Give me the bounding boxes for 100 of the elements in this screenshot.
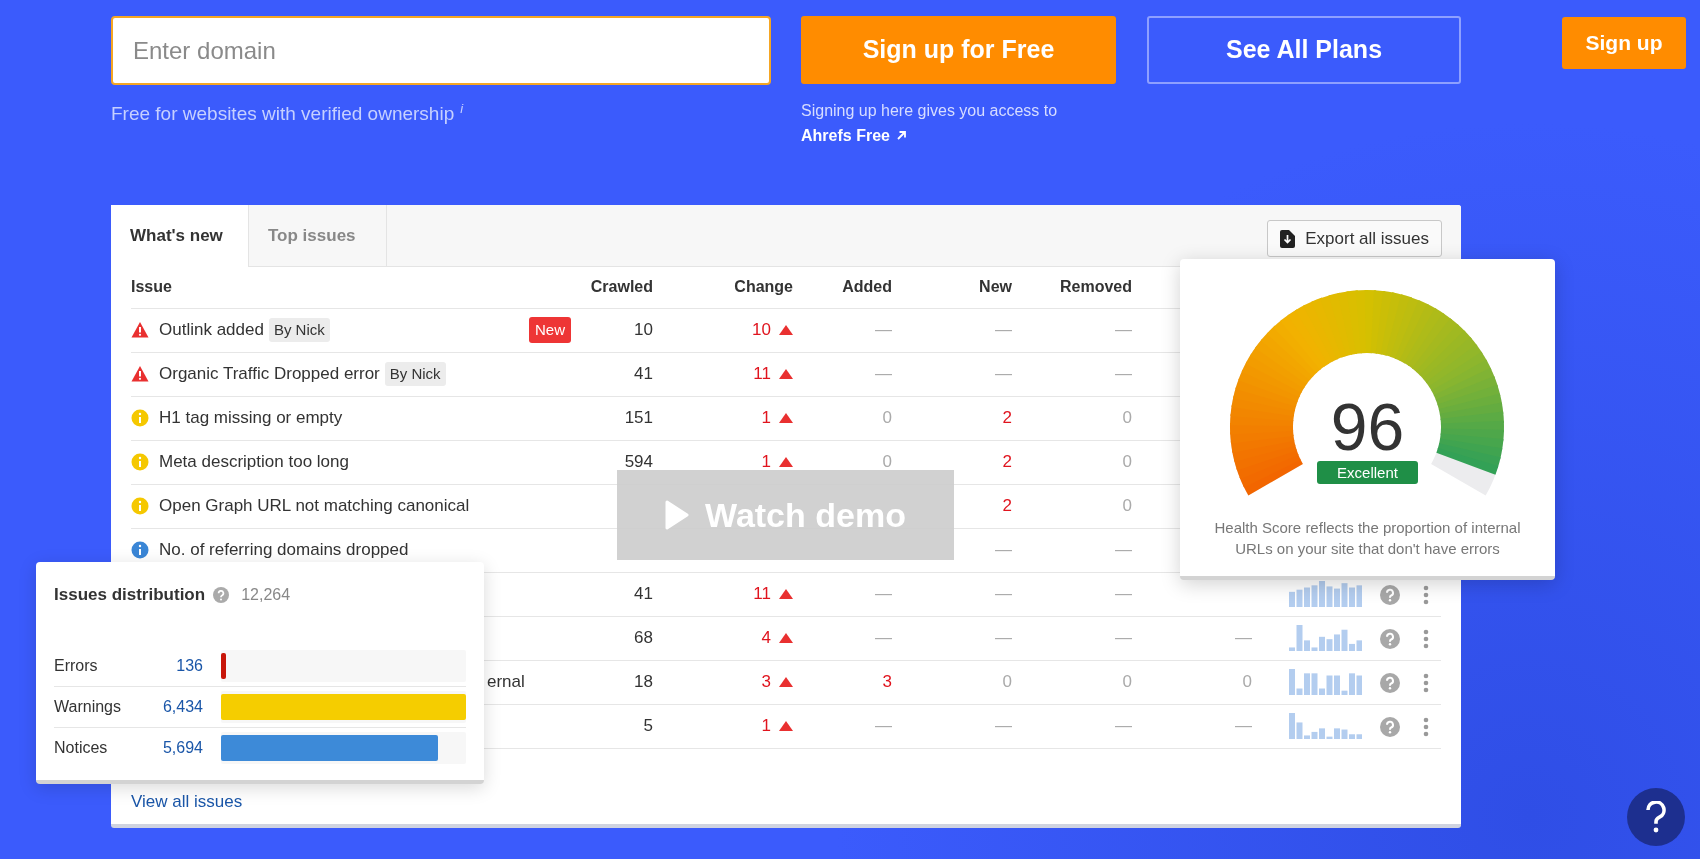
column-header: Change: [661, 267, 801, 308]
table-cell: 594: [624, 452, 653, 472]
change-value: 4: [761, 627, 771, 650]
view-all-link[interactable]: View all issues: [131, 788, 243, 814]
change-value: 11: [753, 583, 771, 606]
table-cell: —: [875, 716, 892, 736]
category-count: 136: [175, 655, 203, 676]
table-cell: 68: [634, 628, 653, 648]
tab[interactable]: What's new: [111, 205, 249, 267]
change-value: 11: [753, 363, 771, 386]
table-cell: 2: [1002, 496, 1012, 516]
table-cell: —: [1115, 628, 1132, 648]
up-triangle-icon: [779, 589, 793, 599]
table-cell: 0: [1122, 672, 1132, 692]
up-triangle-icon: [779, 457, 793, 467]
column-header: Crawled: [581, 267, 661, 308]
table-cell: —: [1235, 716, 1252, 736]
table-cell: —: [995, 584, 1012, 604]
change-value: 10: [752, 319, 771, 342]
table-cell: 0: [1122, 452, 1132, 472]
helper-text: Free for websites with verified ownership: [111, 103, 455, 125]
new-badge: New: [529, 316, 571, 344]
table-cell: —: [1235, 628, 1252, 648]
table-cell: 18: [634, 672, 653, 692]
table-cell: 2: [1002, 452, 1012, 472]
table-cell: 0: [1122, 496, 1132, 516]
export-button[interactable]: Export all issues: [1267, 220, 1442, 257]
table-cell: —: [875, 364, 892, 384]
table-cell: 0: [882, 408, 892, 428]
table-cell: —: [995, 320, 1012, 340]
info-icon[interactable]: i: [460, 101, 464, 116]
more-icon[interactable]: [1422, 584, 1429, 605]
tab[interactable]: Top issues: [249, 205, 387, 266]
table-cell: —: [875, 584, 892, 604]
category-count: 6,434: [161, 696, 203, 717]
domain-field[interactable]: Enter domain: [111, 16, 771, 85]
category-label: Notices: [54, 738, 109, 758]
issue-name: Open Graph URL not matching canonical: [159, 495, 470, 518]
table-cell: —: [1115, 320, 1132, 340]
table-cell: 5: [643, 716, 653, 736]
author-tag: By Nick: [268, 317, 330, 343]
table-cell: 0: [1242, 672, 1252, 692]
table-cell: —: [1115, 584, 1132, 604]
total-count: 12,264: [241, 584, 291, 605]
up-triangle-icon: [779, 721, 793, 731]
change-value: 1: [761, 407, 771, 430]
category-count: 5,694: [161, 738, 203, 758]
health-score: 96: [1329, 391, 1406, 463]
column-header: New: [900, 267, 1020, 308]
help-icon[interactable]: [1380, 672, 1400, 693]
help-icon[interactable]: [213, 586, 230, 603]
table-cell: 0: [882, 452, 892, 472]
download-icon: [1280, 229, 1296, 248]
issue-name: H1 tag missing or empty: [159, 407, 343, 430]
change-value: 1: [761, 715, 771, 738]
help-button[interactable]: [1627, 788, 1685, 846]
helper-text: Signing up here gives you access to: [801, 101, 1059, 121]
issue-name: Outlink added: [159, 319, 264, 342]
more-icon[interactable]: [1422, 628, 1429, 649]
up-triangle-icon: [779, 325, 793, 335]
change-value: 3: [761, 671, 771, 694]
up-triangle-icon: [779, 633, 793, 643]
issue-name: No. of referring domains dropped: [159, 539, 409, 562]
table-cell: 10: [634, 320, 653, 340]
table-cell: 0: [1002, 672, 1012, 692]
issue-name: Organic Traffic Dropped error: [159, 363, 380, 386]
table-cell: 0: [1122, 408, 1132, 428]
more-icon[interactable]: [1422, 672, 1429, 693]
rating-badge: Excellent: [1317, 461, 1418, 484]
issue-name: ernal: [487, 671, 525, 694]
external-link-icon: [895, 130, 907, 141]
table-cell: 41: [634, 364, 653, 384]
table-cell: —: [875, 628, 892, 648]
plans-button[interactable]: See All Plans: [1147, 16, 1461, 84]
author-tag: By Nick: [384, 361, 446, 387]
table-cell: —: [995, 540, 1012, 560]
table-cell: 3: [882, 672, 892, 692]
help-icon[interactable]: [1380, 628, 1400, 649]
column-header: Removed: [1020, 267, 1140, 308]
category-label: Warnings: [54, 696, 122, 717]
column-header: Issue: [131, 267, 581, 308]
table-cell: —: [995, 364, 1012, 384]
help-icon[interactable]: [1380, 584, 1400, 605]
table-cell: —: [995, 628, 1012, 648]
more-icon[interactable]: [1422, 716, 1429, 737]
table-cell: 41: [634, 584, 653, 604]
table-cell: —: [875, 320, 892, 340]
table-cell: 2: [1002, 408, 1012, 428]
table-cell: 151: [624, 408, 653, 428]
issue-name: Meta description too long: [159, 451, 349, 474]
plan-link[interactable]: Ahrefs Free: [801, 123, 907, 148]
table-cell: —: [1115, 540, 1132, 560]
up-triangle-icon: [779, 413, 793, 423]
card-title: Issues distribution: [54, 584, 206, 606]
up-triangle-icon: [779, 677, 793, 687]
column-header: Added: [801, 267, 900, 308]
help-icon[interactable]: [1380, 716, 1400, 737]
play-icon: [665, 500, 690, 530]
table-cell: —: [1115, 364, 1132, 384]
help-icon: [1645, 801, 1667, 833]
